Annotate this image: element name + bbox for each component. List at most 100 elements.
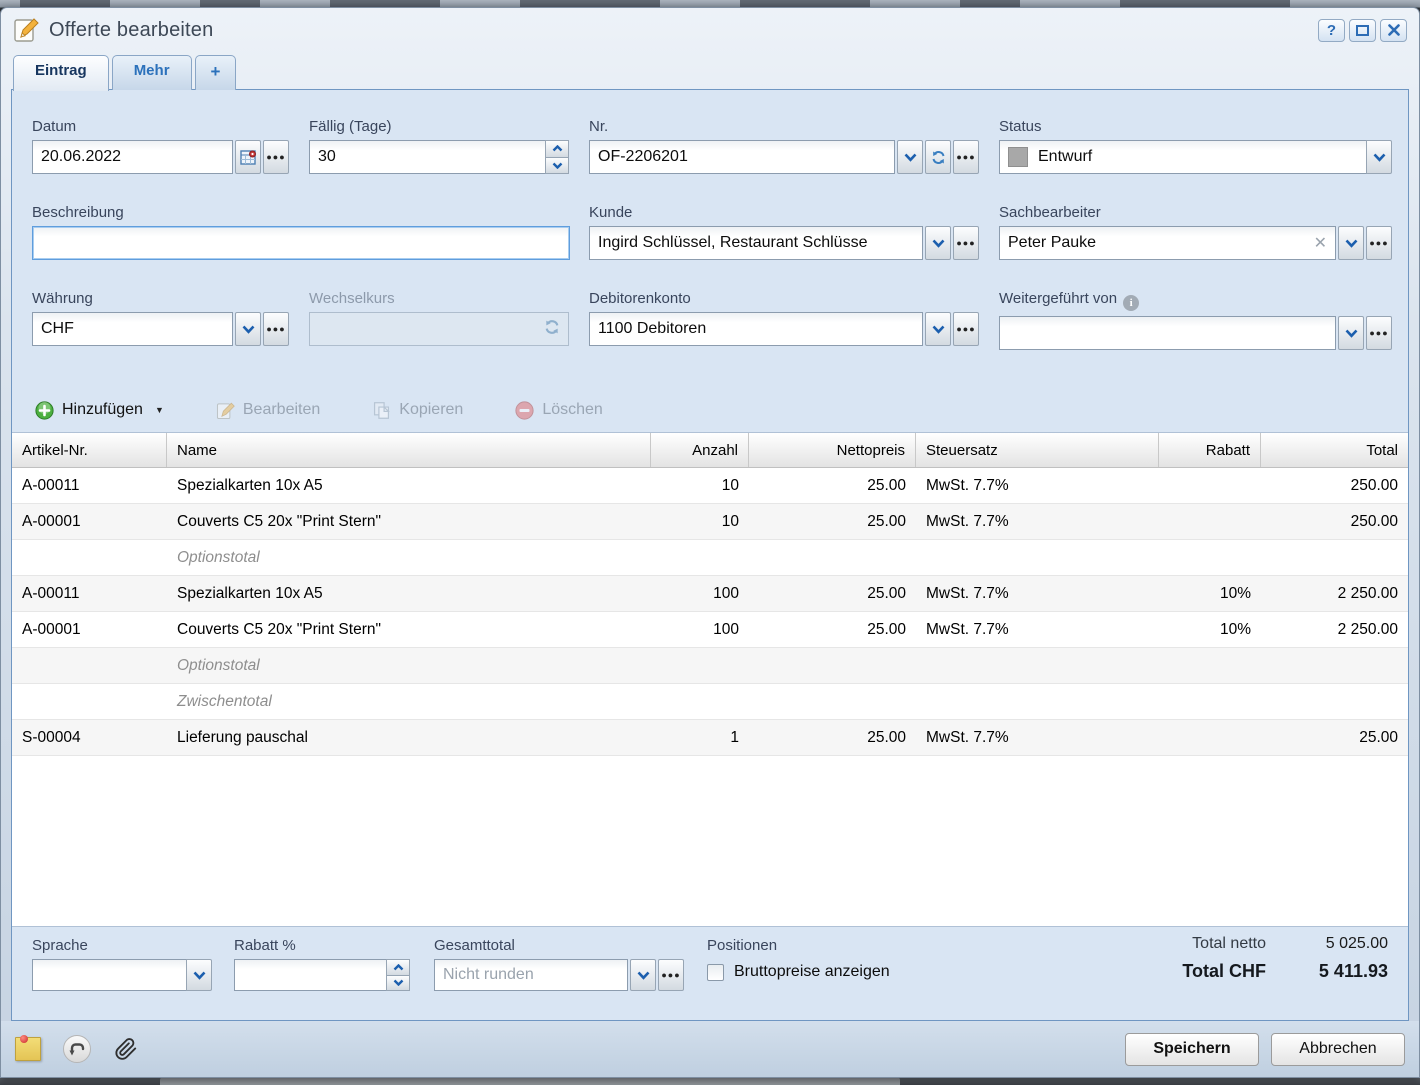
bruttopreise-checkbox[interactable] xyxy=(707,964,724,981)
close-icon xyxy=(1388,24,1400,36)
cell-total xyxy=(1261,540,1408,575)
debitorenkonto-label: Debitorenkonto xyxy=(589,290,979,307)
gesamttotal-select[interactable]: Nicht runden xyxy=(434,959,628,991)
copy-position-button[interactable]: Kopieren xyxy=(359,394,476,427)
chevron-up-icon xyxy=(393,964,404,971)
tab-mehr[interactable]: Mehr xyxy=(112,55,192,90)
sachbearbeiter-value: Peter Pauke xyxy=(1008,234,1096,252)
history-icon[interactable] xyxy=(63,1035,91,1063)
nr-more-button[interactable]: ●●● xyxy=(953,140,979,174)
copy-position-label: Kopieren xyxy=(399,401,463,419)
status-label: Status xyxy=(999,118,1392,135)
table-row[interactable]: Zwischentotal xyxy=(12,684,1408,720)
calendar-icon xyxy=(240,149,257,165)
wechselkurs-label: Wechselkurs xyxy=(309,290,569,307)
offerte-bearbeiten-dialog: Offerte bearbeiten ? Eintrag Mehr + Datu… xyxy=(0,7,1420,1078)
add-position-button[interactable]: Hinzufügen ▼ xyxy=(22,394,177,427)
maximize-button[interactable] xyxy=(1349,19,1376,42)
stepper-down-button[interactable] xyxy=(545,157,569,175)
cell-rabatt xyxy=(1159,468,1261,503)
debitorenkonto-dropdown-button[interactable] xyxy=(925,312,951,346)
cell-rabatt xyxy=(1159,504,1261,539)
datum-more-button[interactable]: ●●● xyxy=(263,140,289,174)
beschreibung-input[interactable] xyxy=(32,226,570,260)
cell-steuersatz: MwSt. 7.7% xyxy=(916,468,1159,503)
table-row[interactable]: A-00011Spezialkarten 10x A51025.00MwSt. … xyxy=(12,468,1408,504)
nr-dropdown-button[interactable] xyxy=(897,140,923,174)
chevron-down-icon xyxy=(552,162,563,169)
waehrung-more-button[interactable]: ●●● xyxy=(263,312,289,346)
faellig-label: Fällig (Tage) xyxy=(309,118,569,135)
table-row[interactable]: S-00004Lieferung pauschal125.00MwSt. 7.7… xyxy=(12,720,1408,756)
close-button[interactable] xyxy=(1380,19,1407,42)
column-header-rabatt[interactable]: Rabatt xyxy=(1159,433,1261,467)
nr-refresh-button[interactable] xyxy=(925,140,951,174)
sprache-label: Sprache xyxy=(32,937,212,954)
gesamttotal-dropdown-button[interactable] xyxy=(630,959,656,991)
status-select[interactable]: Entwurf xyxy=(999,140,1367,174)
attachment-icon[interactable] xyxy=(113,1035,139,1063)
weitergefuehrt-dropdown-button[interactable] xyxy=(1338,316,1364,350)
help-button[interactable]: ? xyxy=(1318,19,1345,42)
cell-name: Zwischentotal xyxy=(167,684,651,719)
stepper-down-button[interactable] xyxy=(386,975,410,992)
table-row[interactable]: Optionstotal xyxy=(12,648,1408,684)
weitergefuehrt-more-button[interactable]: ●●● xyxy=(1366,316,1392,350)
kunde-dropdown-button[interactable] xyxy=(925,226,951,260)
debitorenkonto-input[interactable]: 1100 Debitoren xyxy=(589,312,923,346)
column-header-artikel[interactable]: Artikel-Nr. xyxy=(12,433,167,467)
kunde-input[interactable]: Ingird Schlüssel, Restaurant Schlüsse xyxy=(589,226,923,260)
cell-rabatt xyxy=(1159,540,1261,575)
tab-eintrag[interactable]: Eintrag xyxy=(13,55,109,91)
clear-icon[interactable]: ✕ xyxy=(1308,233,1327,253)
cell-steuersatz: MwSt. 7.7% xyxy=(916,504,1159,539)
cell-steuersatz: MwSt. 7.7% xyxy=(916,720,1159,755)
cancel-button[interactable]: Abbrechen xyxy=(1271,1033,1405,1066)
sachbearbeiter-dropdown-button[interactable] xyxy=(1338,226,1364,260)
sprache-dropdown-button[interactable] xyxy=(186,959,212,991)
column-header-nettopreis[interactable]: Nettopreis xyxy=(749,433,916,467)
sachbearbeiter-more-button[interactable]: ●●● xyxy=(1366,226,1392,260)
cell-steuersatz xyxy=(916,540,1159,575)
tab-add[interactable]: + xyxy=(195,55,237,90)
edit-position-button[interactable]: Bearbeiten xyxy=(203,394,333,427)
dialog-footer: Speichern Abbrechen xyxy=(1,1021,1419,1077)
table-row[interactable]: A-00011Spezialkarten 10x A510025.00MwSt.… xyxy=(12,576,1408,612)
column-header-steuersatz[interactable]: Steuersatz xyxy=(916,433,1159,467)
table-row[interactable]: A-00001Couverts C5 20x "Print Stern"1025… xyxy=(12,504,1408,540)
status-dropdown-button[interactable] xyxy=(1366,140,1392,174)
rabatt-input[interactable] xyxy=(234,959,387,991)
nr-input[interactable]: OF-2206201 xyxy=(589,140,895,174)
kunde-more-button[interactable]: ●●● xyxy=(953,226,979,260)
save-button[interactable]: Speichern xyxy=(1125,1033,1259,1066)
stepper-up-button[interactable] xyxy=(386,959,410,976)
cell-anzahl: 1 xyxy=(651,720,749,755)
cell-total: 250.00 xyxy=(1261,468,1408,503)
table-row[interactable]: Optionstotal xyxy=(12,540,1408,576)
datum-input[interactable]: 20.06.2022 xyxy=(32,140,233,174)
notes-icon[interactable] xyxy=(15,1037,41,1061)
weitergefuehrt-input[interactable] xyxy=(999,316,1336,350)
calendar-button[interactable] xyxy=(235,140,261,174)
cell-nettopreis: 25.00 xyxy=(749,576,916,611)
cell-nettopreis xyxy=(749,648,916,683)
column-header-name[interactable]: Name xyxy=(167,433,651,467)
weitergefuehrt-label: Weitergeführt voni xyxy=(999,290,1392,311)
caret-down-icon: ▼ xyxy=(155,405,164,415)
stepper-up-button[interactable] xyxy=(545,140,569,158)
waehrung-dropdown-button[interactable] xyxy=(235,312,261,346)
cell-steuersatz: MwSt. 7.7% xyxy=(916,612,1159,647)
table-row[interactable]: A-00001Couverts C5 20x "Print Stern"1002… xyxy=(12,612,1408,648)
column-header-total[interactable]: Total xyxy=(1261,433,1408,467)
chevron-down-icon xyxy=(932,325,945,334)
delete-position-button[interactable]: Löschen xyxy=(502,394,616,427)
gesamttotal-more-button[interactable]: ●●● xyxy=(658,959,684,991)
sprache-select[interactable] xyxy=(32,959,187,991)
column-header-anzahl[interactable]: Anzahl xyxy=(651,433,749,467)
faellig-input[interactable]: 30 xyxy=(309,140,546,174)
debitorenkonto-more-button[interactable]: ●●● xyxy=(953,312,979,346)
waehrung-input[interactable]: CHF xyxy=(32,312,233,346)
table-body: A-00011Spezialkarten 10x A51025.00MwSt. … xyxy=(12,468,1408,756)
sachbearbeiter-input[interactable]: Peter Pauke ✕ xyxy=(999,226,1336,260)
cell-nettopreis: 25.00 xyxy=(749,720,916,755)
